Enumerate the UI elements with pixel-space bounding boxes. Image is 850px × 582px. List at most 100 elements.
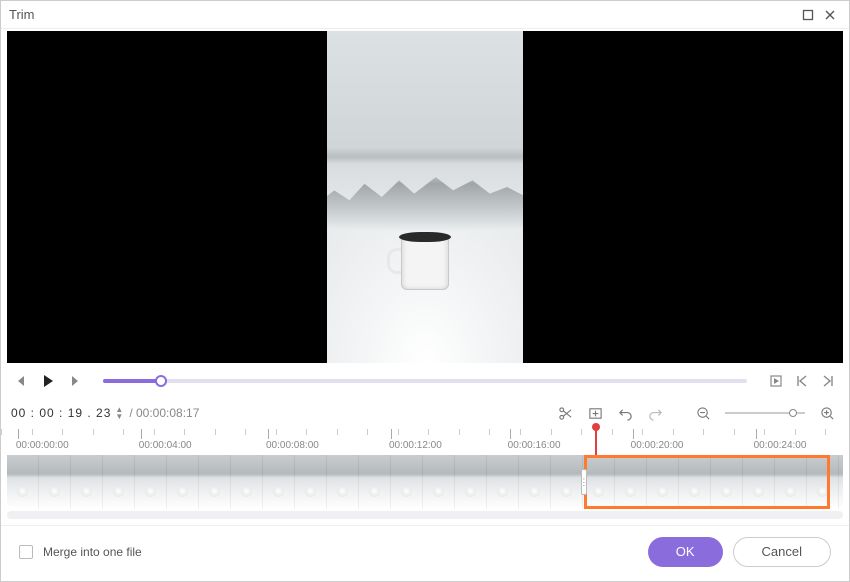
ruler-minor-tick bbox=[673, 429, 674, 435]
zoom-out-icon bbox=[696, 406, 711, 421]
add-segment-button[interactable] bbox=[583, 401, 607, 425]
timeline-thumb bbox=[135, 455, 167, 509]
ruler-tick bbox=[391, 429, 392, 439]
duration-label: / 00:00:08:17 bbox=[129, 406, 199, 420]
stop-icon bbox=[769, 374, 783, 388]
ruler-minor-tick bbox=[184, 429, 185, 435]
timeline-thumb bbox=[455, 455, 487, 509]
ruler-minor-tick bbox=[337, 429, 338, 435]
ruler-minor-tick bbox=[459, 429, 460, 435]
trim-window: Trim bbox=[0, 0, 850, 582]
ruler-label: 00:00:04:00 bbox=[139, 440, 192, 451]
time-input[interactable]: 00 : 00 : 19 . 23 ▲ ▼ bbox=[11, 406, 123, 420]
next-frame-icon bbox=[67, 374, 81, 388]
zoom-in-button[interactable] bbox=[815, 401, 839, 425]
selection-handle-left[interactable]: ⋮ bbox=[581, 469, 587, 495]
zoom-thumb[interactable] bbox=[789, 409, 797, 417]
window-title: Trim bbox=[9, 7, 35, 22]
skip-start-icon bbox=[795, 374, 809, 388]
timeline-thumb bbox=[231, 455, 263, 509]
play-icon bbox=[41, 374, 55, 388]
time-ruler[interactable]: 00:00:00:0000:00:04:0000:00:08:0000:00:1… bbox=[1, 429, 849, 453]
timeline-thumb bbox=[103, 455, 135, 509]
next-frame-button[interactable] bbox=[63, 370, 85, 392]
timeline-thumb bbox=[839, 455, 843, 509]
ruler-minor-tick bbox=[62, 429, 63, 435]
titlebar: Trim bbox=[1, 1, 849, 29]
ruler-minor-tick bbox=[581, 429, 582, 435]
trim-selection[interactable] bbox=[584, 455, 831, 509]
ruler-minor-tick bbox=[93, 429, 94, 435]
timeline-thumb bbox=[39, 455, 71, 509]
timeline-thumb bbox=[487, 455, 519, 509]
timeline-thumb bbox=[359, 455, 391, 509]
cancel-button[interactable]: Cancel bbox=[733, 537, 831, 567]
ruler-minor-tick bbox=[825, 429, 826, 435]
stepper-down-icon[interactable]: ▼ bbox=[115, 413, 123, 420]
ruler-minor-tick bbox=[245, 429, 246, 435]
merge-checkbox[interactable] bbox=[19, 545, 33, 559]
ruler-tick bbox=[18, 429, 19, 439]
ruler-minor-tick bbox=[123, 429, 124, 435]
stop-button[interactable] bbox=[765, 370, 787, 392]
timeline-thumb bbox=[71, 455, 103, 509]
ok-button[interactable]: OK bbox=[648, 537, 723, 567]
cut-button[interactable] bbox=[553, 401, 577, 425]
timeline-thumb bbox=[295, 455, 327, 509]
ruler-minor-tick bbox=[306, 429, 307, 435]
playback-controls bbox=[1, 365, 849, 397]
timeline-thumb bbox=[519, 455, 551, 509]
timeline-area: 00:00:00:0000:00:04:0000:00:08:0000:00:1… bbox=[1, 429, 849, 525]
zoom-slider[interactable] bbox=[725, 412, 805, 414]
merge-label: Merge into one file bbox=[43, 545, 142, 559]
close-icon bbox=[824, 9, 836, 21]
maximize-icon bbox=[802, 9, 814, 21]
play-button[interactable] bbox=[37, 370, 59, 392]
maximize-button[interactable] bbox=[797, 4, 819, 26]
ruler-minor-tick bbox=[734, 429, 735, 435]
seek-thumb[interactable] bbox=[155, 375, 167, 387]
ruler-minor-tick bbox=[428, 429, 429, 435]
timeline-track[interactable]: ⋮ bbox=[7, 455, 843, 509]
time-tools-row: 00 : 00 : 19 . 23 ▲ ▼ / 00:00:08:17 bbox=[1, 397, 849, 429]
ruler-minor-tick bbox=[215, 429, 216, 435]
timeline-thumb bbox=[327, 455, 359, 509]
current-time: 00 : 00 : 19 . 23 bbox=[11, 406, 111, 420]
ruler-minor-tick bbox=[32, 429, 33, 435]
ruler-label: 00:00:20:00 bbox=[631, 440, 684, 451]
ruler-minor-tick bbox=[398, 429, 399, 435]
timeline-thumb bbox=[167, 455, 199, 509]
ruler-tick bbox=[633, 429, 634, 439]
zoom-out-button[interactable] bbox=[691, 401, 715, 425]
seek-slider[interactable] bbox=[103, 379, 747, 383]
video-frame bbox=[327, 31, 523, 363]
timeline-thumb bbox=[263, 455, 295, 509]
skip-end-button[interactable] bbox=[817, 370, 839, 392]
ruler-tick bbox=[268, 429, 269, 439]
ruler-minor-tick bbox=[642, 429, 643, 435]
mug-graphic bbox=[393, 226, 457, 290]
timeline-scrollbar[interactable] bbox=[7, 511, 843, 519]
undo-icon bbox=[618, 406, 633, 421]
zoom-in-icon bbox=[820, 406, 835, 421]
time-stepper[interactable]: ▲ ▼ bbox=[115, 406, 123, 420]
timeline-thumb bbox=[7, 455, 39, 509]
redo-button[interactable] bbox=[643, 401, 667, 425]
prev-frame-icon bbox=[15, 374, 29, 388]
ruler-minor-tick bbox=[764, 429, 765, 435]
skip-start-button[interactable] bbox=[791, 370, 813, 392]
ruler-minor-tick bbox=[520, 429, 521, 435]
ruler-minor-tick bbox=[703, 429, 704, 435]
video-preview bbox=[7, 31, 843, 363]
prev-frame-button[interactable] bbox=[11, 370, 33, 392]
ruler-minor-tick bbox=[276, 429, 277, 435]
mountain-graphic bbox=[327, 164, 523, 230]
ruler-minor-tick bbox=[1, 429, 2, 435]
skip-end-icon bbox=[821, 374, 835, 388]
seek-fill bbox=[103, 379, 161, 383]
ruler-tick bbox=[141, 429, 142, 439]
undo-button[interactable] bbox=[613, 401, 637, 425]
ruler-label: 00:00:08:00 bbox=[266, 440, 319, 451]
close-button[interactable] bbox=[819, 4, 841, 26]
ruler-label: 00:00:16:00 bbox=[508, 440, 561, 451]
